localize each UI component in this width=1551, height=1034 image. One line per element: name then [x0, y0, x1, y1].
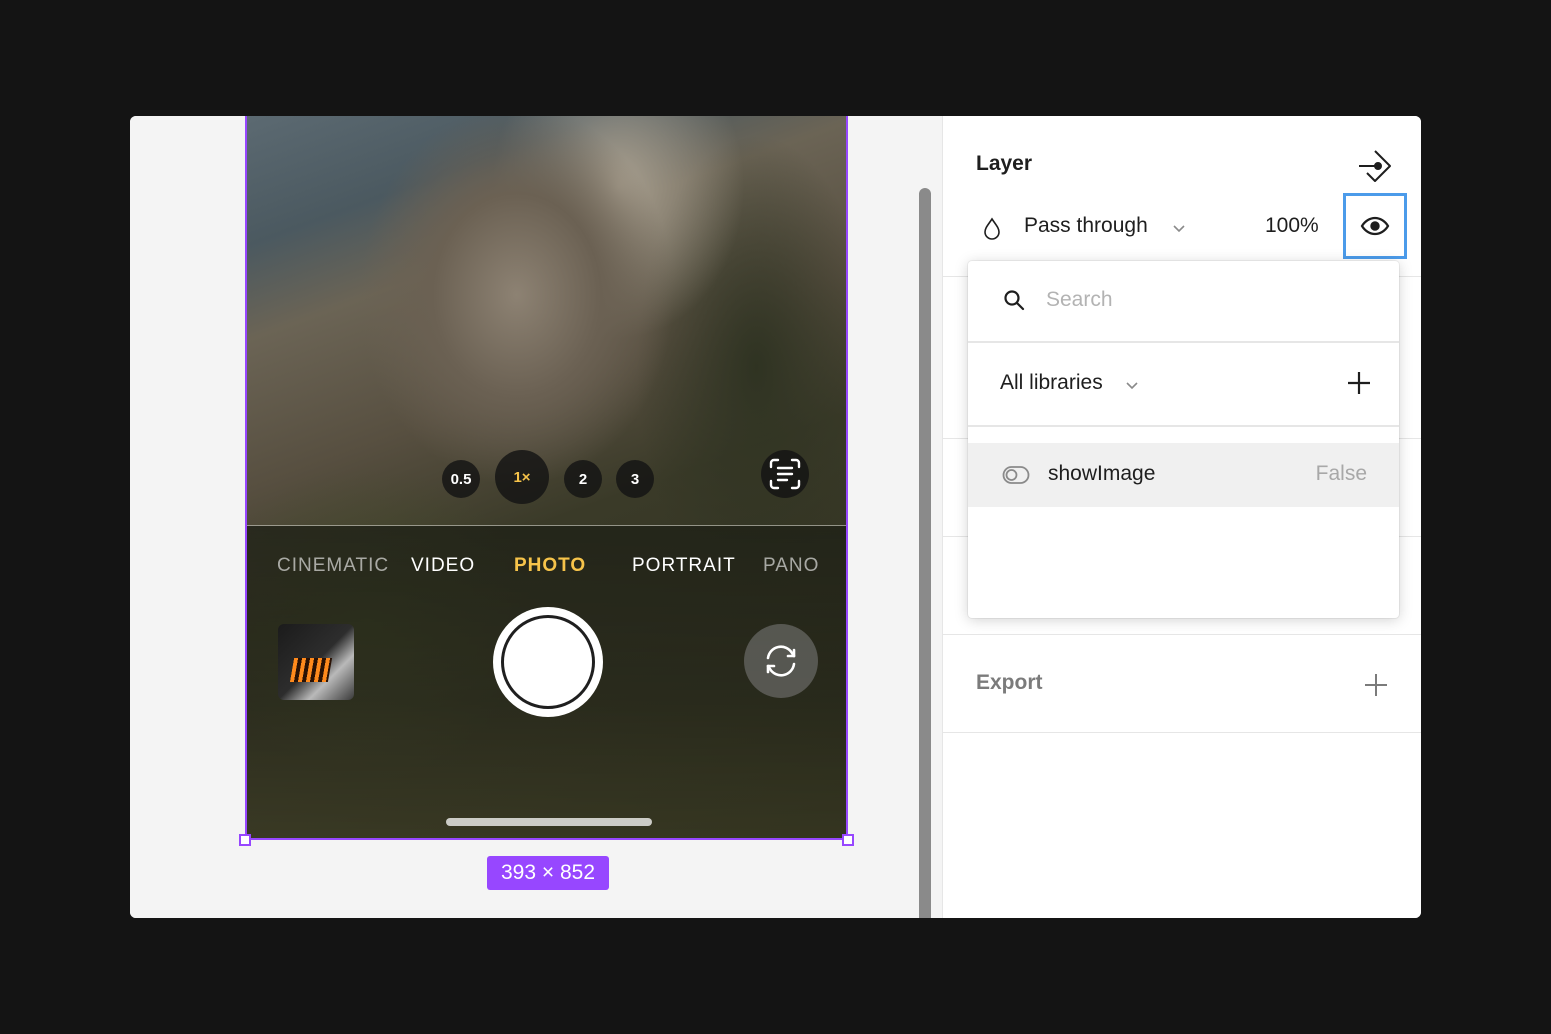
shutter-button[interactable]: [493, 607, 603, 717]
live-text-scan-icon[interactable]: [761, 450, 809, 498]
editor-window: 0.5 1× 2 3 CINEMATIC VIDEO PHOTO PORTRAI…: [130, 116, 1421, 918]
iphone-frame[interactable]: 0.5 1× 2 3 CINEMATIC VIDEO PHOTO PORTRAI…: [245, 116, 848, 840]
apply-variable-icon[interactable]: [1357, 148, 1393, 184]
frame-size-badge: 393 × 852: [487, 856, 609, 890]
resize-handle-bottom-right[interactable]: [842, 834, 854, 846]
mode-portrait[interactable]: PORTRAIT: [632, 555, 736, 577]
library-filter-select[interactable]: All libraries: [1000, 371, 1103, 395]
home-indicator: [446, 818, 652, 826]
flip-camera-icon[interactable]: [744, 624, 818, 698]
variable-row-showimage[interactable]: showImage False: [968, 443, 1399, 507]
mode-cinematic[interactable]: CINEMATIC: [277, 555, 389, 577]
mode-pano[interactable]: PANO: [763, 555, 819, 577]
mode-photo[interactable]: PHOTO: [514, 555, 586, 577]
variable-name: showImage: [1048, 462, 1156, 485]
zoom-0-5-button[interactable]: 0.5: [442, 460, 480, 498]
section-divider: [943, 634, 1421, 635]
canvas-scrollbar[interactable]: [919, 188, 931, 918]
visibility-toggle-button[interactable]: [1343, 193, 1407, 259]
search-icon: [1002, 288, 1026, 312]
mode-video[interactable]: VIDEO: [411, 555, 475, 577]
eye-icon: [1360, 216, 1390, 236]
zoom-3-button[interactable]: 3: [616, 460, 654, 498]
variable-value: False: [1315, 462, 1367, 485]
add-export-icon[interactable]: [1363, 672, 1389, 698]
blend-mode-icon: [981, 217, 1003, 241]
resize-handle-bottom-left[interactable]: [239, 834, 251, 846]
last-photo-thumbnail[interactable]: [278, 624, 354, 700]
popover-divider: [968, 341, 1399, 343]
zoom-1x-button[interactable]: 1×: [495, 450, 549, 504]
thumbnail-image: [289, 658, 333, 682]
boolean-toggle-icon: [1002, 465, 1030, 485]
variable-search-input[interactable]: [1046, 281, 1366, 319]
blend-mode-select[interactable]: Pass through: [1024, 214, 1148, 238]
create-variable-icon[interactable]: [1345, 369, 1373, 397]
design-canvas[interactable]: 0.5 1× 2 3 CINEMATIC VIDEO PHOTO PORTRAI…: [130, 116, 942, 918]
zoom-2-button[interactable]: 2: [564, 460, 602, 498]
section-divider: [943, 732, 1421, 733]
layer-section-title: Layer: [976, 152, 1033, 175]
chevron-down-icon[interactable]: [1124, 377, 1140, 393]
chevron-down-icon[interactable]: [1171, 220, 1187, 236]
opacity-value[interactable]: 100%: [1265, 214, 1319, 238]
popover-divider: [968, 425, 1399, 427]
shutter-inner-ring: [501, 615, 595, 709]
variable-picker-popover: All libraries showImage False: [968, 261, 1399, 618]
export-section-title: Export: [976, 671, 1043, 694]
